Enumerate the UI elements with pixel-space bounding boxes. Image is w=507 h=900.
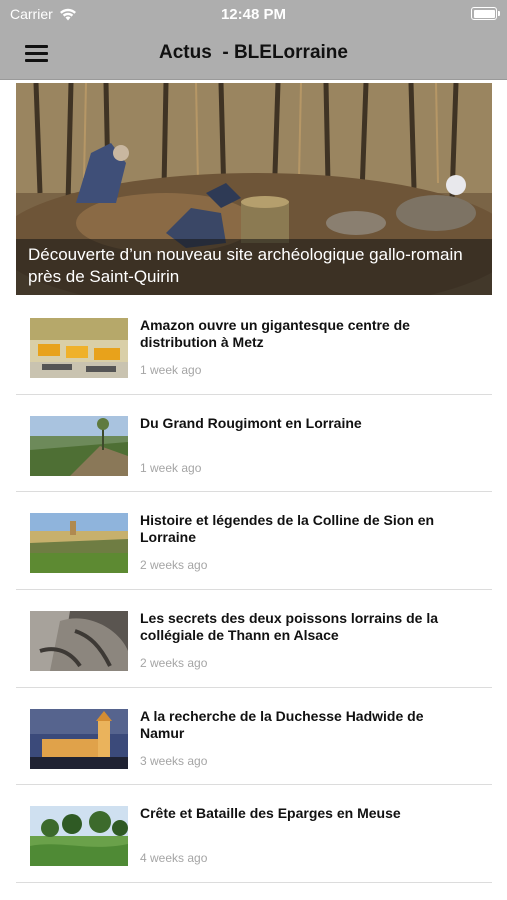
article-title: Amazon ouvre un gigantesque centre de di… xyxy=(140,317,410,350)
list-item[interactable]: Les secrets des deux poissons lorrains d… xyxy=(16,590,492,688)
article-title: A la recherche de la Duchesse Hadwide de… xyxy=(140,707,424,741)
article-age: 2 weeks ago xyxy=(140,656,208,671)
article-title: Crête et Bataille des Eparges en Meuse xyxy=(140,805,401,822)
page-title: Actus - BLELorraine xyxy=(159,42,348,63)
article-age: 4 weeks ago xyxy=(140,851,208,866)
list-item[interactable]: Du Grand Rougimont en Lorraine 1 week ag… xyxy=(16,395,492,493)
article-list: Amazon ouvre un gigantesque centre de di… xyxy=(16,297,492,884)
article-age: 3 weeks ago xyxy=(140,753,208,768)
navigation-bar: Actus - BLELorraine xyxy=(0,30,507,80)
list-item[interactable]: Amazon ouvre un gigantesque centre de di… xyxy=(16,297,492,395)
article-thumbnail xyxy=(30,318,128,378)
featured-article[interactable]: Découverte d’un nouveau site archéologiq… xyxy=(16,83,492,295)
list-item[interactable]: Histoire et légendes de la Colline de Si… xyxy=(16,492,492,591)
article-title: Les secrets des deux poissons lorrains d… xyxy=(140,610,439,644)
status-bar: Carrier 12:48 PM xyxy=(0,0,507,30)
article-title: Histoire et légendes de la Colline de Si… xyxy=(140,512,435,546)
article-age: 1 week ago xyxy=(140,460,202,475)
article-thumbnail xyxy=(30,806,128,867)
article-title: Du Grand Rougimont en Lorraine xyxy=(140,414,362,431)
battery-icon xyxy=(471,7,500,20)
list-item[interactable]: A la recherche de la Duchesse Hadwide de… xyxy=(16,688,492,786)
article-age: 2 weeks ago xyxy=(140,558,208,573)
featured-article-caption: Découverte d’un nouveau site archéologiq… xyxy=(16,239,492,295)
list-item[interactable]: Crête et Bataille des Eparges en Meuse 4… xyxy=(16,785,492,884)
clock: 12:48 PM xyxy=(220,6,287,23)
article-thumbnail xyxy=(30,708,128,769)
article-thumbnail xyxy=(30,611,128,672)
article-thumbnail xyxy=(30,513,128,574)
article-thumbnail xyxy=(30,415,128,476)
article-age: 1 week ago xyxy=(140,363,202,377)
